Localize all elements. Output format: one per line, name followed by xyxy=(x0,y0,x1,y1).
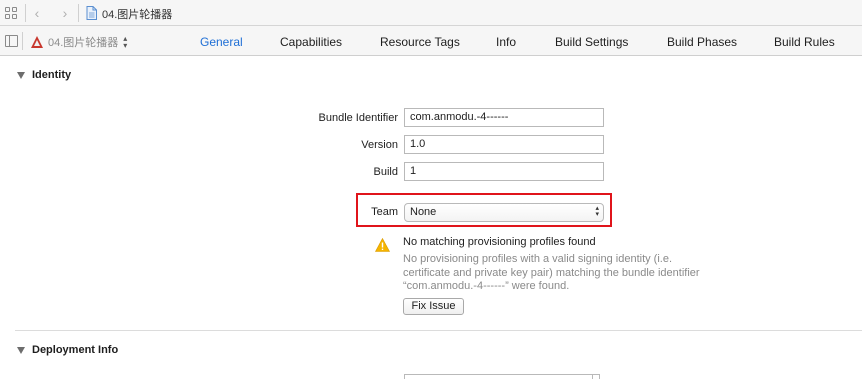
toolbar-divider xyxy=(25,4,26,22)
app-target-icon xyxy=(31,36,43,48)
bundle-identifier-label: Bundle Identifier xyxy=(318,112,399,124)
team-select[interactable]: None ▴ ▾ xyxy=(404,203,604,222)
build-field[interactable]: 1 xyxy=(404,162,604,181)
disclosure-triangle-icon[interactable] xyxy=(17,346,25,354)
tab-build-phases[interactable]: Build Phases xyxy=(667,35,737,49)
section-title: Identity xyxy=(32,69,72,81)
breadcrumb-title[interactable]: 04.图片轮播器 xyxy=(102,6,172,22)
tab-resource-tags[interactable]: Resource Tags xyxy=(380,35,460,49)
version-field[interactable]: 1.0 xyxy=(404,135,604,154)
build-label: Build xyxy=(373,166,398,178)
deployment-target-field[interactable] xyxy=(404,374,600,379)
grid-icon[interactable] xyxy=(5,7,17,19)
tab-general[interactable]: General xyxy=(200,35,243,49)
tab-build-rules[interactable]: Build Rules xyxy=(774,35,835,49)
warning-icon xyxy=(375,238,390,252)
target-selector[interactable]: 04.图片轮播器 ▴ ▾ xyxy=(30,34,127,50)
file-icon xyxy=(86,6,97,20)
back-arrow-icon[interactable]: ‹ xyxy=(30,5,44,21)
section-title: Deployment Info xyxy=(32,344,119,356)
chevron-updown-icon: ▴ ▾ xyxy=(595,205,599,218)
warning-message-line: “com.anmodu.-4------” were found. xyxy=(403,280,570,292)
warning-message-line: No provisioning profiles with a valid si… xyxy=(403,253,673,265)
tab-capabilities[interactable]: Capabilities xyxy=(280,35,342,49)
bundle-identifier-field[interactable]: com.anmodu.-4------ xyxy=(404,108,604,127)
chevron-updown-icon: ▴ ▾ xyxy=(123,34,128,50)
warning-title: No matching provisioning profiles found xyxy=(403,236,596,248)
forward-arrow-icon[interactable]: › xyxy=(58,5,72,21)
fix-issue-button[interactable]: Fix Issue xyxy=(403,298,464,315)
editor-tab-bar: 04.图片轮播器 ▴ ▾ General Capabilities Resourc… xyxy=(0,26,862,56)
tab-build-settings[interactable]: Build Settings xyxy=(555,35,628,49)
sidebar-toggle-icon[interactable] xyxy=(5,35,18,47)
jump-bar: ‹ › 04.图片轮播器 xyxy=(0,0,862,26)
team-selected-value: None xyxy=(410,206,437,218)
toolbar-divider xyxy=(22,32,23,50)
warning-message-line: certificate and private key pair) matchi… xyxy=(403,266,700,279)
toolbar-divider xyxy=(78,4,79,22)
team-label: Team xyxy=(371,206,398,218)
warning-message: No provisioning profiles with a valid si… xyxy=(403,253,743,294)
target-name: 04.图片轮播器 xyxy=(48,37,119,49)
deployment-info-section-header[interactable]: Deployment Info xyxy=(17,342,118,358)
tab-info[interactable]: Info xyxy=(496,35,516,49)
disclosure-triangle-icon[interactable] xyxy=(17,71,25,79)
identity-section-header[interactable]: Identity xyxy=(17,67,71,83)
section-divider xyxy=(15,330,862,331)
version-label: Version xyxy=(361,139,398,151)
